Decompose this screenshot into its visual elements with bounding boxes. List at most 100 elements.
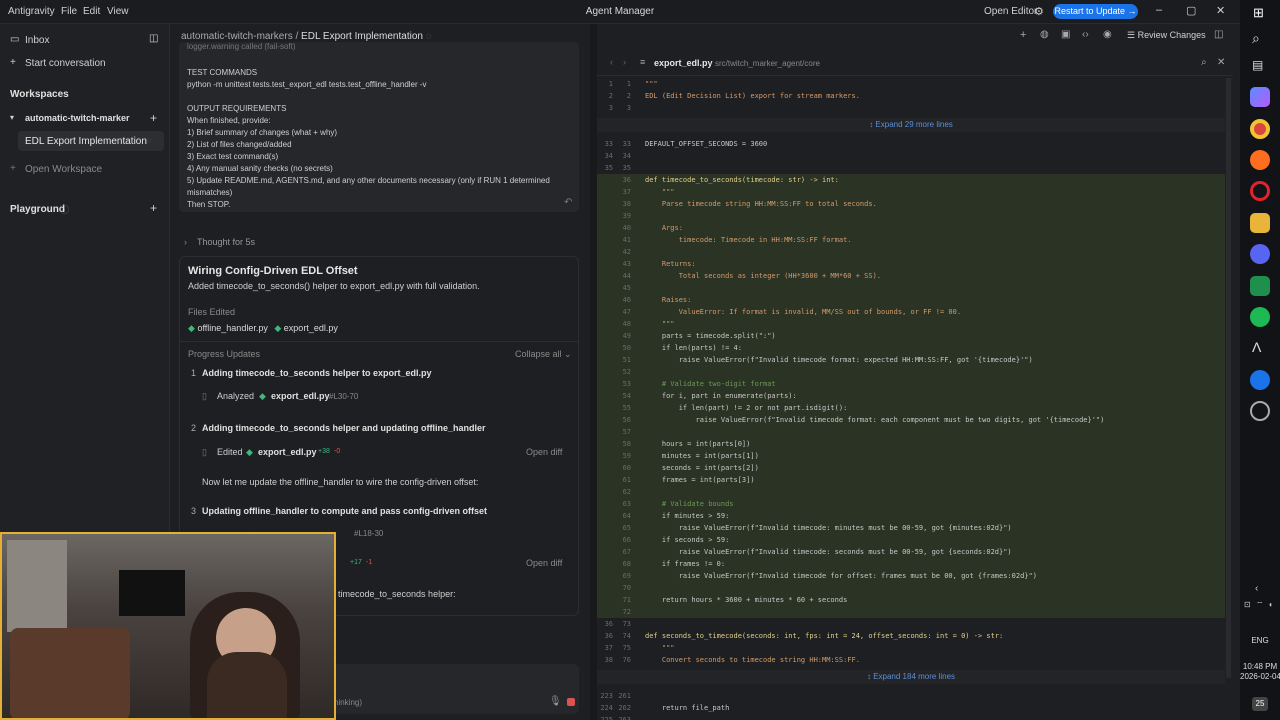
open-editor-button[interactable]: Open Editor — [984, 6, 1037, 17]
chrome-icon[interactable] — [1250, 119, 1270, 139]
collapse-all-button[interactable]: Collapse all ⌄ — [515, 349, 572, 360]
code-line[interactable]: 48 """ — [597, 318, 1225, 330]
code-line[interactable]: 38 76 Convert seconds to timecode string … — [597, 654, 1225, 666]
code-line[interactable]: 61 frames = int(parts[3]) — [597, 474, 1225, 486]
code-line[interactable]: 33 — [597, 102, 1225, 114]
minimize-icon[interactable]: – — [1156, 4, 1162, 16]
code-line[interactable]: 1 1 """ — [597, 78, 1225, 90]
code-line[interactable]: 67 raise ValueError(f"Invalid timecode: … — [597, 546, 1225, 558]
back-icon[interactable]: ‹ — [610, 57, 613, 67]
opera-icon[interactable] — [1250, 181, 1270, 201]
code-icon[interactable]: ‹› — [1082, 29, 1089, 40]
add-conversation-icon[interactable]: + — [150, 111, 157, 125]
code-line[interactable]: 43 Returns: — [597, 258, 1225, 270]
expand-lines-button[interactable]: ↕ Expand 184 more lines — [597, 670, 1225, 684]
gear-icon[interactable]: ⚙ — [1034, 5, 1044, 18]
code-line[interactable]: 224 262 return file_path — [597, 702, 1225, 714]
code-line[interactable]: 33 33 DEFAULT_OFFSET_SECONDS = 3600 — [597, 138, 1225, 150]
language-indicator[interactable]: ENG — [1240, 636, 1280, 645]
code-line[interactable]: 55 if len(part) != 2 or not part.isdigit… — [597, 402, 1225, 414]
sidebar-item-active[interactable]: EDL Export Implementation ◌ — [18, 131, 164, 151]
add-icon[interactable]: + — [1020, 29, 1026, 41]
layout-icon[interactable]: ◫ — [1214, 29, 1223, 40]
code-line[interactable]: 56 raise ValueError(f"Invalid timecode f… — [597, 414, 1225, 426]
code-line[interactable]: 64 if minutes > 59: — [597, 510, 1225, 522]
code-line[interactable]: 39 — [597, 210, 1225, 222]
windows-start-icon[interactable]: ⊞ — [1253, 5, 1264, 21]
step-file-link[interactable]: export_edl.py — [271, 391, 330, 401]
add-playground-icon[interactable]: + — [150, 201, 157, 215]
code-line[interactable]: 50 if len(parts) != 4: — [597, 342, 1225, 354]
code-line[interactable]: 38 Parse timecode string HH:MM:SS:FF to … — [597, 198, 1225, 210]
code-line[interactable]: 47 ValueError: If format is invalid, MM/… — [597, 306, 1225, 318]
globe-icon[interactable]: ◍ — [1040, 29, 1049, 40]
chevron-right-icon[interactable]: › — [184, 237, 187, 247]
restart-to-update-button[interactable]: Restart to Update → — [1053, 4, 1138, 19]
code-line[interactable]: 63 # Validate bounds — [597, 498, 1225, 510]
code-line[interactable]: 54 for i, part in enumerate(parts): — [597, 390, 1225, 402]
code-area[interactable]: 1 1 """ 2 2 EDL (Edit Decision List) export f… — [597, 76, 1233, 720]
notification-badge[interactable]: 25 — [1252, 697, 1268, 711]
code-line[interactable]: 35 35 — [597, 162, 1225, 174]
maps-icon[interactable] — [1250, 370, 1270, 390]
expand-lines-button[interactable]: ↕ Expand 29 more lines — [597, 118, 1225, 132]
playground-heading[interactable]: Playground — [10, 204, 65, 215]
clock-date[interactable]: 2026-02-04 — [1240, 672, 1280, 681]
terminal-icon[interactable]: ▣ — [1061, 29, 1070, 40]
code-line[interactable]: 65 raise ValueError(f"Invalid timecode: … — [597, 522, 1225, 534]
breadcrumb-workspace[interactable]: automatic-twitch-markers — [181, 31, 293, 42]
code-line[interactable]: 42 — [597, 246, 1225, 258]
open-diff-button[interactable]: Open diff — [526, 447, 562, 457]
scrollbar[interactable] — [1226, 78, 1231, 678]
close-window-icon[interactable]: ✕ — [1216, 4, 1225, 17]
code-line[interactable]: 70 — [597, 582, 1225, 594]
code-line[interactable]: 36 73 — [597, 618, 1225, 630]
excel-icon[interactable] — [1250, 276, 1270, 296]
file-link[interactable]: export_edl.py — [284, 323, 338, 333]
search-icon[interactable]: ⌕ — [1201, 57, 1207, 68]
pane-divider[interactable] — [590, 24, 597, 720]
maximize-icon[interactable]: ▢ — [1186, 4, 1196, 17]
firefox-icon[interactable] — [1250, 150, 1270, 170]
code-line[interactable]: 71 return hours * 3600 + minutes * 60 + … — [597, 594, 1225, 606]
eye-icon[interactable]: ◉ — [1103, 29, 1112, 40]
thought-toggle[interactable]: Thought for 5s — [197, 237, 255, 247]
step-file-link[interactable]: export_edl.py — [258, 447, 317, 457]
copilot-icon[interactable] — [1250, 87, 1270, 107]
open-diff-button[interactable]: Open diff — [526, 558, 562, 568]
code-line[interactable]: 41 timecode: Timecode in HH:MM:SS:FF for… — [597, 234, 1225, 246]
code-line[interactable]: 69 raise ValueError(f"Invalid timecode f… — [597, 570, 1225, 582]
chevron-down-icon[interactable]: ▾ — [10, 113, 14, 122]
code-line[interactable]: 40 Args: — [597, 222, 1225, 234]
code-line[interactable]: 52 — [597, 366, 1225, 378]
discord-icon[interactable] — [1250, 244, 1270, 264]
forward-icon[interactable]: › — [623, 57, 626, 67]
stop-icon[interactable] — [567, 698, 575, 706]
code-line[interactable]: 57 — [597, 426, 1225, 438]
antigravity-icon[interactable]: Λ — [1252, 339, 1261, 355]
code-line[interactable]: 58 hours = int(parts[0]) — [597, 438, 1225, 450]
search-icon[interactable]: ⌕ — [1252, 30, 1260, 47]
code-line[interactable]: 53 # Validate two-digit format — [597, 378, 1225, 390]
network-icon[interactable]: ⊡ — [1244, 600, 1251, 609]
clock-time[interactable]: 10:48 PM — [1240, 662, 1280, 671]
panel-toggle-icon[interactable]: ◫ — [149, 33, 158, 44]
wifi-icon[interactable]: ⌔ — [1256, 600, 1264, 610]
code-line[interactable]: 49 parts = timecode.split(":") — [597, 330, 1225, 342]
code-line[interactable]: 36 def timecode_to_seconds(timecode: str)… — [597, 174, 1225, 186]
code-line[interactable]: 34 34 — [597, 150, 1225, 162]
code-line[interactable]: 68 if frames != 0: — [597, 558, 1225, 570]
code-line[interactable]: 72 — [597, 606, 1225, 618]
task-view-icon[interactable]: ▤ — [1252, 58, 1263, 72]
microphone-icon[interactable]: 🎙 — [549, 696, 562, 707]
file-explorer-icon[interactable] — [1250, 213, 1270, 233]
code-line[interactable]: 59 minutes = int(parts[1]) — [597, 450, 1225, 462]
code-line[interactable]: 37 """ — [597, 186, 1225, 198]
code-line[interactable]: 44 Total seconds as integer (HH*3600 + M… — [597, 270, 1225, 282]
code-line[interactable]: 66 if seconds > 59: — [597, 534, 1225, 546]
code-line[interactable]: 60 seconds = int(parts[2]) — [597, 462, 1225, 474]
start-conversation-item[interactable]: Start conversation — [25, 58, 106, 69]
spotify-icon[interactable] — [1250, 307, 1270, 327]
open-workspace-item[interactable]: Open Workspace — [25, 164, 102, 175]
inbox-item[interactable]: Inbox — [25, 35, 49, 46]
